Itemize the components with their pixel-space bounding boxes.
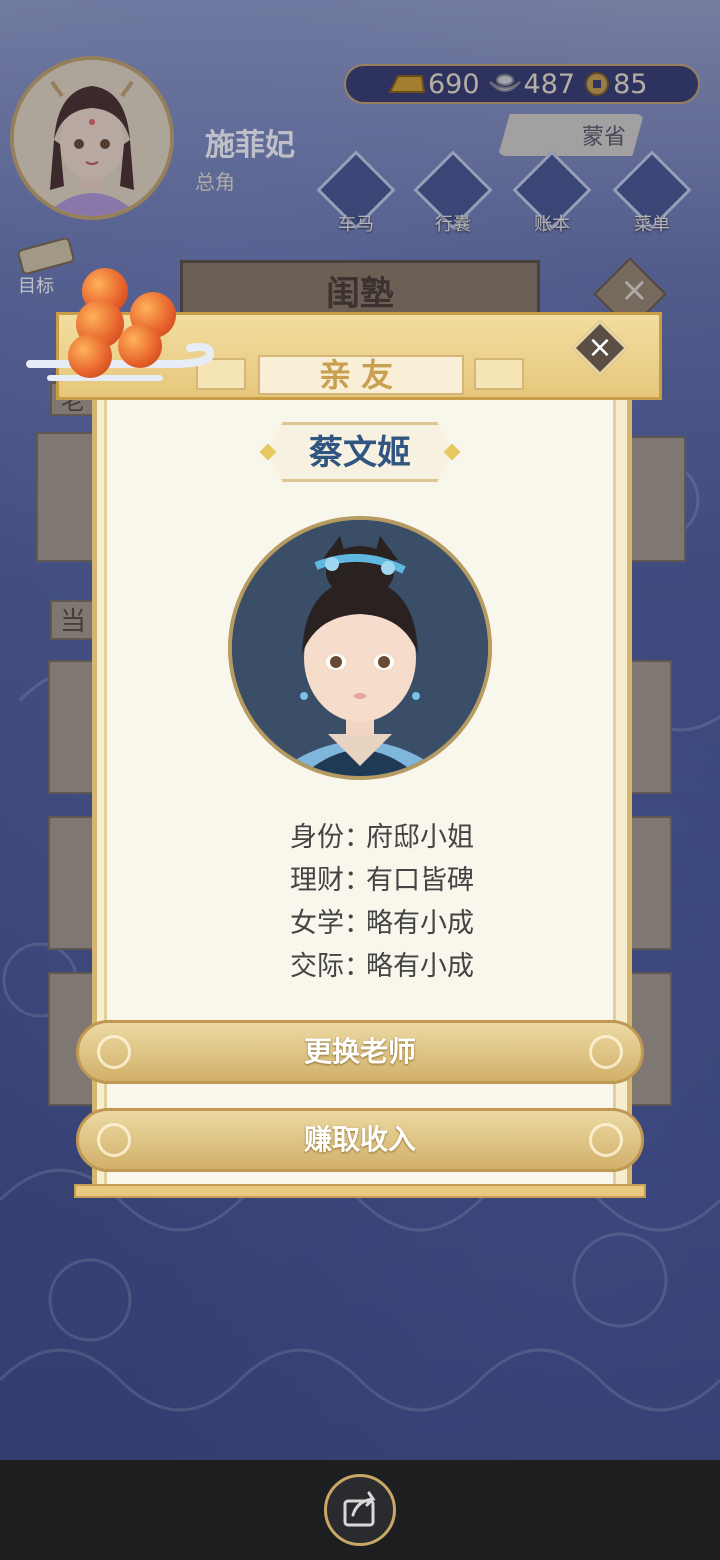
info-label: 理财 — [290, 865, 344, 896]
fruit-icon — [118, 324, 162, 368]
dialog-title: 亲友 — [258, 355, 464, 395]
change-teacher-label: 更换老师 — [303, 1035, 416, 1068]
dialog-base-rail — [74, 1184, 646, 1198]
info-separator: ： — [344, 951, 371, 982]
earn-income-button[interactable]: 赚取收入 — [76, 1108, 644, 1172]
info-label: 身份 — [290, 822, 344, 853]
ornament-icon — [589, 1123, 623, 1157]
info-label: 女学 — [290, 908, 344, 939]
info-separator: ： — [344, 822, 371, 853]
info-separator: ： — [344, 908, 371, 939]
ornament-icon — [97, 1123, 131, 1157]
info-value: 略有小成 — [366, 908, 474, 939]
ornament-icon — [589, 1035, 623, 1069]
change-teacher-button[interactable]: 更换老师 — [76, 1020, 644, 1084]
info-row-social: 交际 ： 略有小成 — [220, 945, 520, 988]
share-icon — [343, 1491, 376, 1527]
person-portrait — [228, 516, 492, 780]
ornament-icon — [97, 1035, 131, 1069]
person-info-list: 身份 ： 府邸小姐 理财 ： 有口皆碑 女学 ： 略有小成 交际 ： 略有小成 — [220, 816, 520, 988]
person-name: 蔡文姬 — [309, 433, 411, 473]
close-icon[interactable]: × — [586, 326, 614, 370]
info-row-finance: 理财 ： 有口皆碑 — [220, 859, 520, 902]
header-side-plate — [474, 358, 524, 390]
info-label: 交际 — [290, 951, 344, 982]
share-button[interactable] — [324, 1474, 396, 1546]
info-value: 有口皆碑 — [366, 865, 474, 896]
info-row-scholarship: 女学 ： 略有小成 — [220, 902, 520, 945]
info-separator: ： — [344, 865, 371, 896]
info-value: 略有小成 — [366, 951, 474, 982]
info-value: 府邸小姐 — [366, 822, 474, 853]
earn-income-label: 赚取收入 — [303, 1123, 416, 1156]
fruit-icon — [68, 334, 112, 378]
info-row-identity: 身份 ： 府邸小姐 — [220, 816, 520, 859]
